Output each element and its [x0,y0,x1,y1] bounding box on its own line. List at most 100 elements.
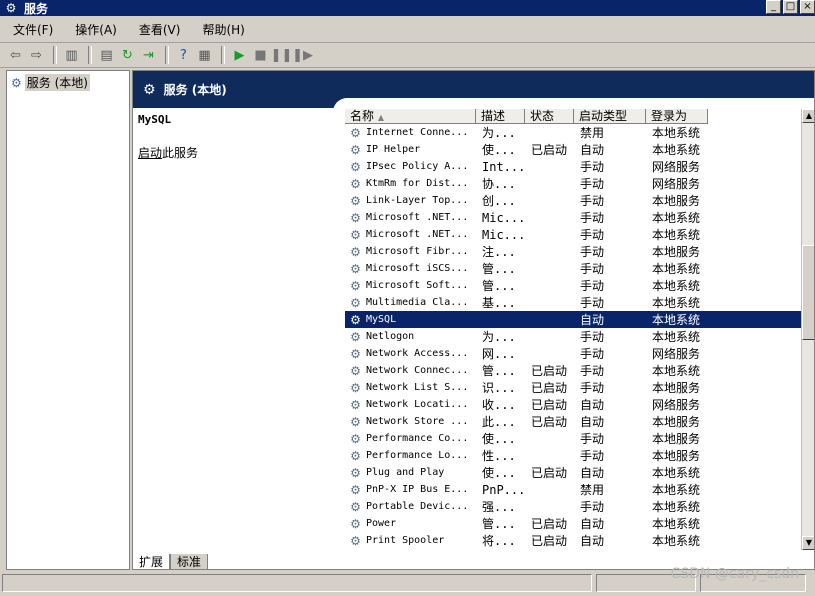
scroll-thumb[interactable] [802,245,814,340]
selected-service-name: MySQL [138,113,172,126]
restart-service-icon[interactable]: ❚▶ [292,46,313,65]
menu-file[interactable]: 文件(F) [0,21,62,38]
service-logon-as: 本地服务 [652,194,701,208]
service-startup-type: 手动 [580,296,605,310]
service-startup-type: 手动 [580,160,605,174]
back-arrow-icon[interactable]: ⇦ [6,46,25,65]
column-header-startup-type[interactable]: 启动类型 [574,109,646,124]
service-row[interactable]: ⚙ Netlogon 为... 手动 本地系统 [345,328,805,345]
service-logon-as: 本地系统 [652,279,701,293]
service-logon-as: 本地系统 [652,534,701,548]
service-row[interactable]: ⚙ Print Spooler 将... 已启动 自动 本地系统 [345,532,805,549]
service-row[interactable]: ⚙ Microsoft iSCS... 管... 手动 本地系统 [345,260,805,277]
service-gear-icon: ⚙ [350,210,361,225]
service-row[interactable]: ⚙ Performance Co... 使... 手动 本地服务 [345,430,805,447]
service-row[interactable]: ⚙ Network Locati... 收... 已启动 自动 网络服务 [345,396,805,413]
service-row[interactable]: ⚙ Microsoft .NET... Mic... 手动 本地系统 [345,226,805,243]
service-row[interactable]: ⚙ Power 管... 已启动 自动 本地系统 [345,515,805,532]
service-status: 已启动 [531,466,568,480]
show-hide-tree-icon[interactable]: ▥ [62,46,81,65]
maximize-button[interactable]: □ [783,0,798,14]
service-row[interactable]: ⚙ KtmRm for Dist... 协... 手动 网络服务 [345,175,805,192]
properties-icon[interactable]: ▤ [97,46,116,65]
export-list-icon[interactable]: ⇥ [139,46,158,65]
service-row[interactable]: ⚙ Portable Devic... 强... 手动 本地系统 [345,498,805,515]
service-description: PnP... [482,482,526,497]
service-row[interactable]: ⚙ Performance Lo... 性... 手动 本地服务 [345,447,805,464]
start-service-link[interactable]: 启动 [138,146,162,160]
tab-extended[interactable]: 扩展 [132,554,171,570]
service-row[interactable]: ⚙ Network List S... 识... 已启动 手动 本地服务 [345,379,805,396]
service-startup-type: 自动 [580,143,605,157]
vertical-scrollbar[interactable]: ▲ ▼ [801,109,814,550]
service-name: Network Store ... [366,416,469,427]
menu-help[interactable]: 帮助(H) [189,21,253,38]
action-pane-icon[interactable]: ▦ [195,46,214,65]
tree-item-services-local[interactable]: ⚙ 服务 (本地) [11,74,90,91]
service-name: Performance Co... [366,433,469,444]
menu-view[interactable]: 查看(V) [126,21,190,38]
service-name: Internet Conne... [366,127,469,138]
service-gear-icon: ⚙ [350,431,361,446]
scroll-down-button[interactable]: ▼ [802,536,814,550]
service-row[interactable]: ⚙ PnP-X IP Bus E... PnP... 禁用 本地系统 [345,481,805,498]
service-startup-type: 手动 [580,279,605,293]
title-bar: ⚙ 服务 _ □ × [0,0,815,16]
service-name: Network Locati... [366,399,469,410]
service-description: 网... [482,347,516,361]
toolbar-separator [221,46,225,64]
window-controls: _ □ × [766,0,815,14]
service-description: 协... [482,177,516,191]
service-row[interactable]: ⚙ Plug and Play 使... 已启动 自动 本地系统 [345,464,805,481]
refresh-icon[interactable]: ↻ [118,46,137,65]
service-description: 识... [482,381,516,395]
service-description: 此... [482,415,516,429]
toolbar-separator [88,46,92,64]
help-icon[interactable]: ? [174,46,193,65]
service-gear-icon: ⚙ [350,380,361,395]
view-tabs: 扩展 标准 [132,554,209,570]
stop-service-icon[interactable]: ■ [251,46,270,65]
column-header-description[interactable]: 描述 [476,109,525,124]
toolbar-separator [53,46,57,64]
forward-arrow-icon[interactable]: ⇨ [27,46,46,65]
minimize-button[interactable]: _ [766,0,781,14]
column-header-logon-as[interactable]: 登录为 [646,109,708,124]
service-status: 已启动 [531,517,568,531]
service-startup-type: 自动 [580,398,605,412]
service-row[interactable]: ⚙ Internet Conne... 为... 禁用 本地系统 [345,124,805,141]
service-startup-type: 自动 [580,517,605,531]
tab-standard[interactable]: 标准 [170,554,209,570]
service-row[interactable]: ⚙ Microsoft .NET... Mic... 手动 本地系统 [345,209,805,226]
service-row[interactable]: ⚙ MySQL 自动 本地系统 [345,311,805,328]
service-row[interactable]: ⚙ IPsec Policy A... Int... 手动 网络服务 [345,158,805,175]
start-service-icon[interactable]: ▶ [230,46,249,65]
column-header-name[interactable]: 名称 ▲ [345,109,476,124]
service-gear-icon: ⚙ [350,125,361,140]
service-row[interactable]: ⚙ Network Store ... 此... 已启动 自动 本地服务 [345,413,805,430]
service-name: Microsoft Soft... [366,280,469,291]
service-row[interactable]: ⚙ Network Access... 网... 手动 网络服务 [345,345,805,362]
services-gear-icon: ⚙ [5,1,17,15]
service-row[interactable]: ⚙ Network Connec... 管... 已启动 手动 本地系统 [345,362,805,379]
service-row[interactable]: ⚙ Multimedia Cla... 基... 手动 本地系统 [345,294,805,311]
column-header-status[interactable]: 状态 [525,109,574,124]
service-logon-as: 本地系统 [652,228,701,242]
service-row[interactable]: ⚙ Link-Layer Top... 创... 手动 本地服务 [345,192,805,209]
toolbar: ⇦ ⇨ ▥ ▤ ↻ ⇥ ? ▦ ▶ ■ ❚❚ ❚▶ [0,43,815,68]
service-description: 管... [482,517,516,531]
pause-service-icon[interactable]: ❚❚ [271,46,293,65]
service-row[interactable]: ⚙ Microsoft Fibr... 注... 手动 本地服务 [345,243,805,260]
service-gear-icon: ⚙ [350,261,361,276]
window-title: 服务 [24,1,49,16]
service-gear-icon: ⚙ [350,346,361,361]
service-row[interactable]: ⚙ Microsoft Soft... 管... 手动 本地系统 [345,277,805,294]
close-button[interactable]: × [800,0,815,14]
service-row[interactable]: ⚙ IP Helper 使... 已启动 自动 本地系统 [345,141,805,158]
service-logon-as: 本地服务 [652,449,701,463]
menu-action[interactable]: 操作(A) [62,21,126,38]
service-startup-type: 手动 [580,211,605,225]
service-name: MySQL [366,314,397,325]
service-gear-icon: ⚙ [350,312,361,327]
scroll-up-button[interactable]: ▲ [802,109,814,123]
